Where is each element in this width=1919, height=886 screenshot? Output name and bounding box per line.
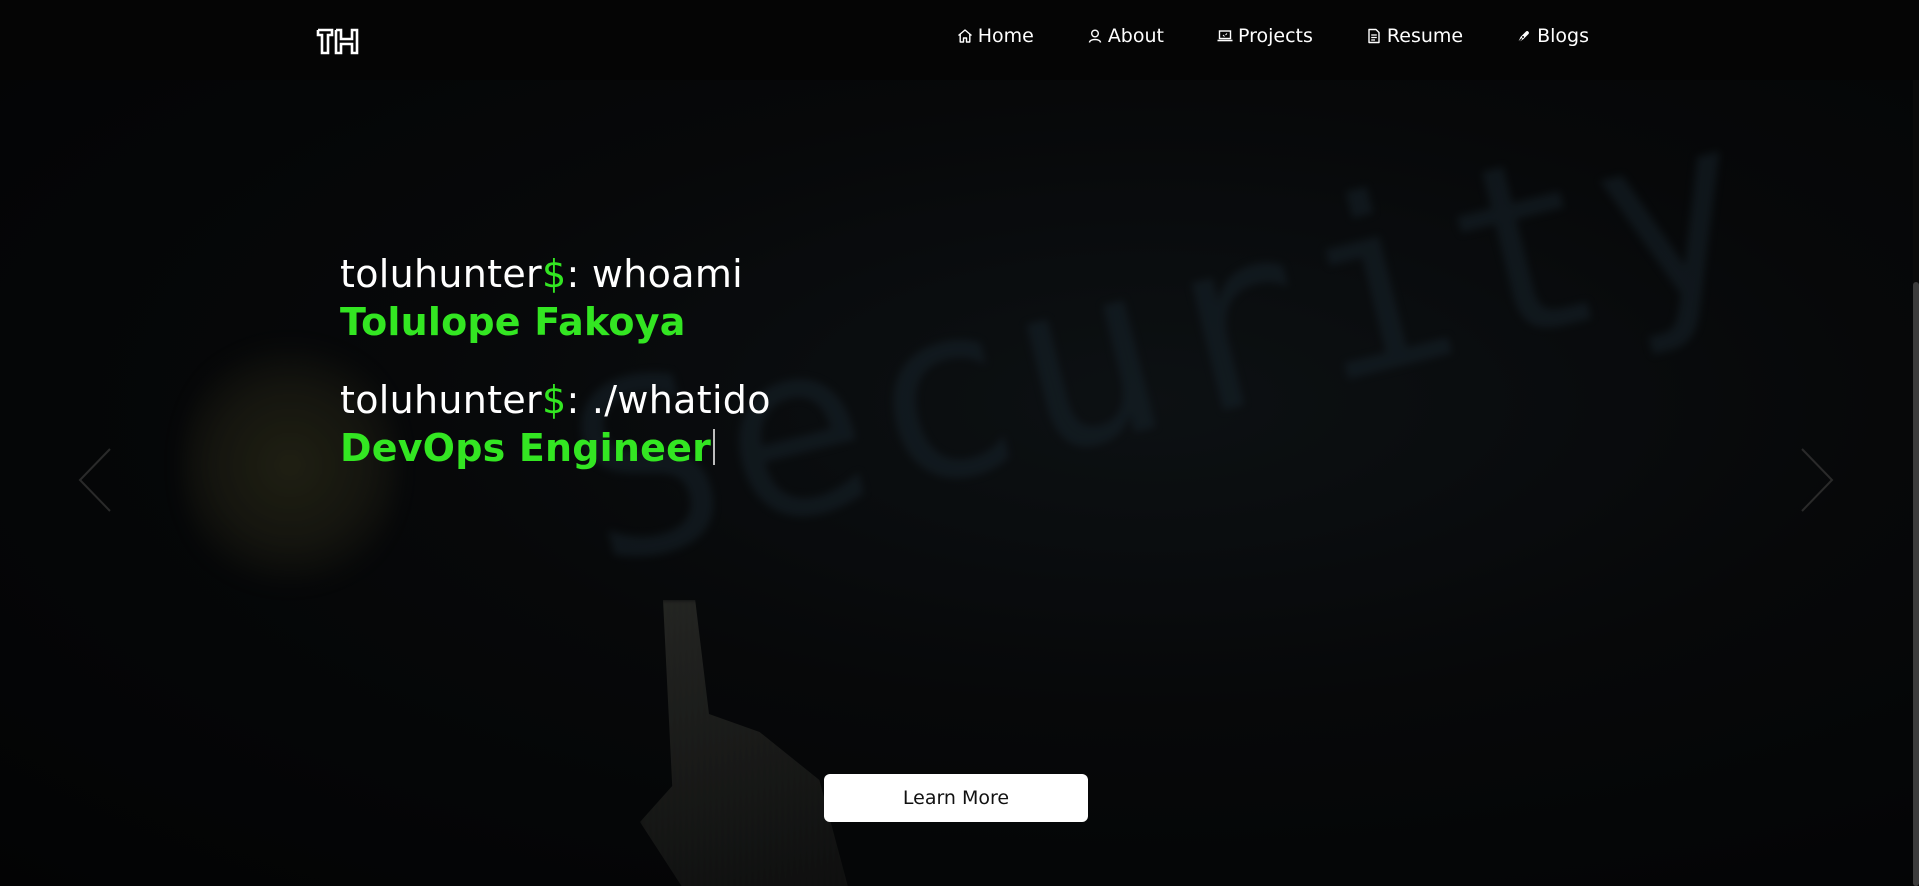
prompt-line-whatido: toluhunter$: ./whatido bbox=[340, 376, 771, 424]
document-icon bbox=[1365, 27, 1383, 45]
name-output: Tolulope Fakoya bbox=[340, 300, 686, 344]
role-output: DevOps Engineer bbox=[340, 426, 712, 470]
nav-item-blogs[interactable]: Blogs bbox=[1515, 25, 1589, 47]
prompt-command: : ./whatido bbox=[566, 378, 771, 422]
page: TH Home About Projects bbox=[0, 0, 1919, 886]
prompt-symbol: $ bbox=[541, 252, 567, 296]
prompt-line-whoami: toluhunter$: whoami bbox=[340, 250, 771, 298]
pen-icon bbox=[1515, 27, 1533, 45]
chevron-left-icon bbox=[78, 448, 111, 512]
prompt-command: : whoami bbox=[566, 252, 743, 296]
nav-item-label: Blogs bbox=[1537, 25, 1589, 47]
terminal-text: toluhunter$: whoami Tolulope Fakoya tolu… bbox=[340, 250, 771, 472]
nav-item-about[interactable]: About bbox=[1086, 25, 1164, 47]
nav-item-resume[interactable]: Resume bbox=[1365, 25, 1463, 47]
user-icon bbox=[1086, 27, 1104, 45]
prompt-user: toluhunter bbox=[340, 378, 542, 422]
scrollbar[interactable] bbox=[1913, 0, 1919, 886]
laptop-icon bbox=[1216, 27, 1234, 45]
nav-item-label: Home bbox=[977, 25, 1034, 47]
typing-caret bbox=[713, 429, 716, 465]
nav-item-label: Projects bbox=[1238, 25, 1313, 47]
nav-item-home[interactable]: Home bbox=[956, 25, 1034, 47]
carousel-prev-button[interactable] bbox=[76, 445, 116, 515]
carousel-next-button[interactable] bbox=[1796, 445, 1836, 515]
hero-carousel: Security toluhunter$: whoami Tolulope Fa… bbox=[0, 80, 1919, 886]
home-icon bbox=[956, 27, 974, 45]
main-nav: Home About Projects Resume Blogs bbox=[904, 25, 1589, 47]
logo-mark-icon bbox=[316, 28, 359, 55]
nav-item-projects[interactable]: Projects bbox=[1216, 25, 1313, 47]
navbar: TH Home About Projects bbox=[0, 0, 1919, 80]
scrollbar-thumb[interactable] bbox=[1913, 282, 1919, 886]
chevron-right-icon bbox=[1801, 448, 1834, 512]
learn-more-button[interactable]: Learn More bbox=[824, 774, 1088, 822]
nav-item-label: About bbox=[1107, 25, 1164, 47]
prompt-user: toluhunter bbox=[340, 252, 542, 296]
prompt-symbol: $ bbox=[541, 378, 567, 422]
logo[interactable]: TH bbox=[316, 27, 360, 55]
role-output-line: DevOps Engineer bbox=[340, 424, 771, 472]
hero-overlay bbox=[0, 80, 1919, 886]
nav-item-label: Resume bbox=[1386, 25, 1464, 47]
